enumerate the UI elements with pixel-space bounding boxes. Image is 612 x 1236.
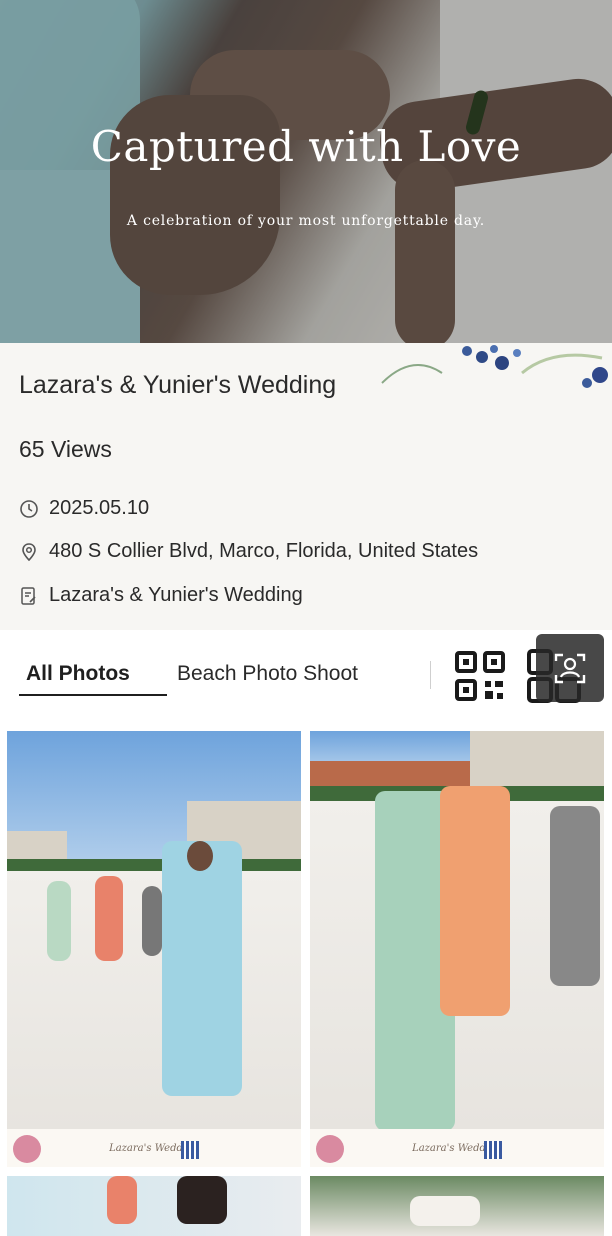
event-location[interactable]: 480 S Collier Blvd, Marco, Florida, Unit… (49, 540, 478, 563)
hero-overlay (0, 0, 612, 343)
event-location-row: 480 S Collier Blvd, Marco, Florida, Unit… (19, 540, 478, 563)
hero-subtitle: A celebration of your most unforgettable… (126, 213, 486, 229)
photo-thumbnail[interactable]: Lazara's Wedding (7, 731, 301, 1167)
tab-all-photos[interactable]: All Photos (26, 662, 130, 686)
tab-divider (430, 661, 431, 689)
active-tab-indicator (19, 694, 167, 696)
photo-thumbnail[interactable]: Lazara's Wedding (310, 731, 604, 1167)
photo-thumbnail[interactable] (7, 1176, 301, 1236)
photo-banner: Lazara's Wedding (310, 1129, 604, 1167)
photo-thumbnail[interactable] (310, 1176, 604, 1236)
clock-icon (19, 499, 39, 519)
event-album: Lazara's & Yunier's Wedding (49, 584, 303, 606)
event-date-row: 2025.05.10 (19, 497, 149, 520)
floral-decoration (381, 345, 608, 388)
view-count: 65 Views (19, 436, 112, 462)
event-title: Lazara's & Yunier's Wedding (19, 371, 337, 399)
qr-code-icon (455, 651, 505, 701)
document-edit-icon (19, 586, 39, 606)
tab-beach-photo-shoot[interactable]: Beach Photo Shoot (177, 662, 358, 686)
hero-title: Captured with Love (90, 122, 522, 171)
event-album-row: Lazara's & Yunier's Wedding (19, 584, 303, 607)
hero-banner: Captured with Love A celebration of your… (0, 0, 612, 343)
face-search-overlay[interactable] (536, 634, 604, 702)
event-date: 2025.05.10 (49, 497, 150, 519)
photo-banner: Lazara's Wedding (7, 1129, 301, 1167)
location-pin-icon (19, 542, 39, 562)
qr-code-button[interactable] (455, 651, 505, 701)
face-search-icon (554, 653, 586, 684)
